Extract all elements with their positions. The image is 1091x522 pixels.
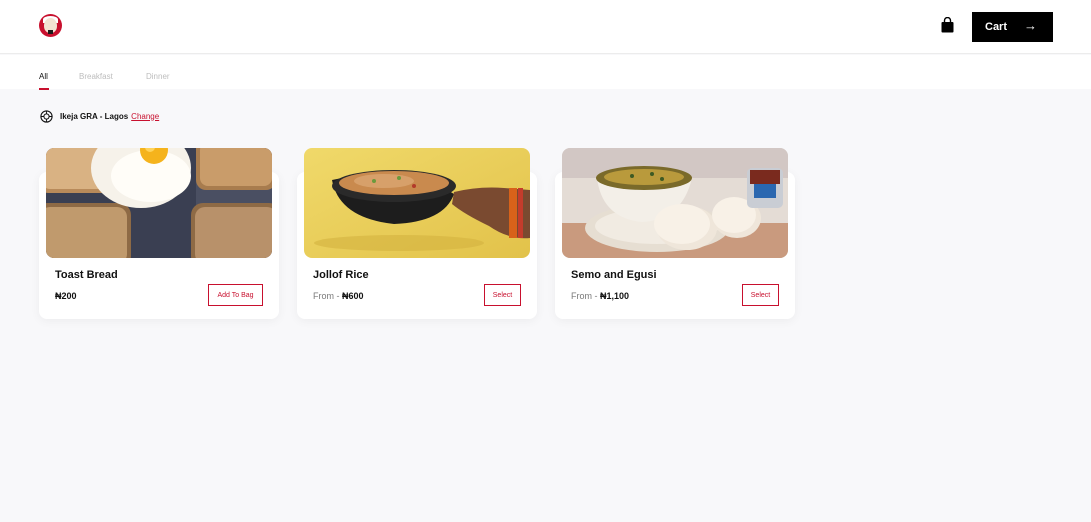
price-prefix: From - (571, 291, 600, 301)
top-bar: Cart → (0, 0, 1091, 54)
product-price: ₦1,100 (600, 291, 630, 301)
cart-button-label: Cart (985, 21, 1008, 33)
kfc-logo[interactable] (39, 14, 62, 37)
semo-and-egusi-image[interactable] (562, 148, 788, 258)
product-title: Toast Bread (55, 269, 118, 281)
product-price-wrap: ₦200 (55, 291, 77, 301)
tab-all[interactable]: All (39, 72, 48, 81)
location-name: Ikeja GRA - Lagos (60, 111, 129, 121)
product-price-wrap: From - ₦600 (313, 291, 364, 301)
active-tab-indicator (39, 88, 49, 90)
product-price-wrap: From - ₦1,100 (571, 291, 629, 301)
shopping-bag-icon[interactable] (941, 17, 954, 33)
toast-bread-image[interactable] (46, 148, 272, 258)
change-location-link[interactable]: Change (131, 112, 159, 121)
price-prefix: From - (313, 291, 342, 301)
category-tabs: All Breakfast Dinner (0, 55, 1091, 90)
select-button[interactable]: Select (742, 284, 779, 306)
select-button[interactable]: Select (484, 284, 521, 306)
store-location: Ikeja GRA - Lagos Change (40, 109, 159, 123)
product-price: ₦200 (55, 291, 77, 301)
store-location-icon (40, 109, 53, 123)
product-price: ₦600 (342, 291, 364, 301)
logo-tie (48, 30, 53, 34)
add-to-bag-button[interactable]: Add To Bag (208, 284, 263, 306)
tab-dinner[interactable]: Dinner (146, 72, 170, 81)
product-title: Jollof Rice (313, 269, 369, 281)
cart-button[interactable]: Cart → (972, 12, 1053, 42)
jollof-rice-image[interactable] (304, 148, 530, 258)
product-title: Semo and Egusi (571, 269, 657, 281)
tab-breakfast[interactable]: Breakfast (79, 72, 113, 81)
arrow-right-icon: → (1024, 18, 1037, 33)
